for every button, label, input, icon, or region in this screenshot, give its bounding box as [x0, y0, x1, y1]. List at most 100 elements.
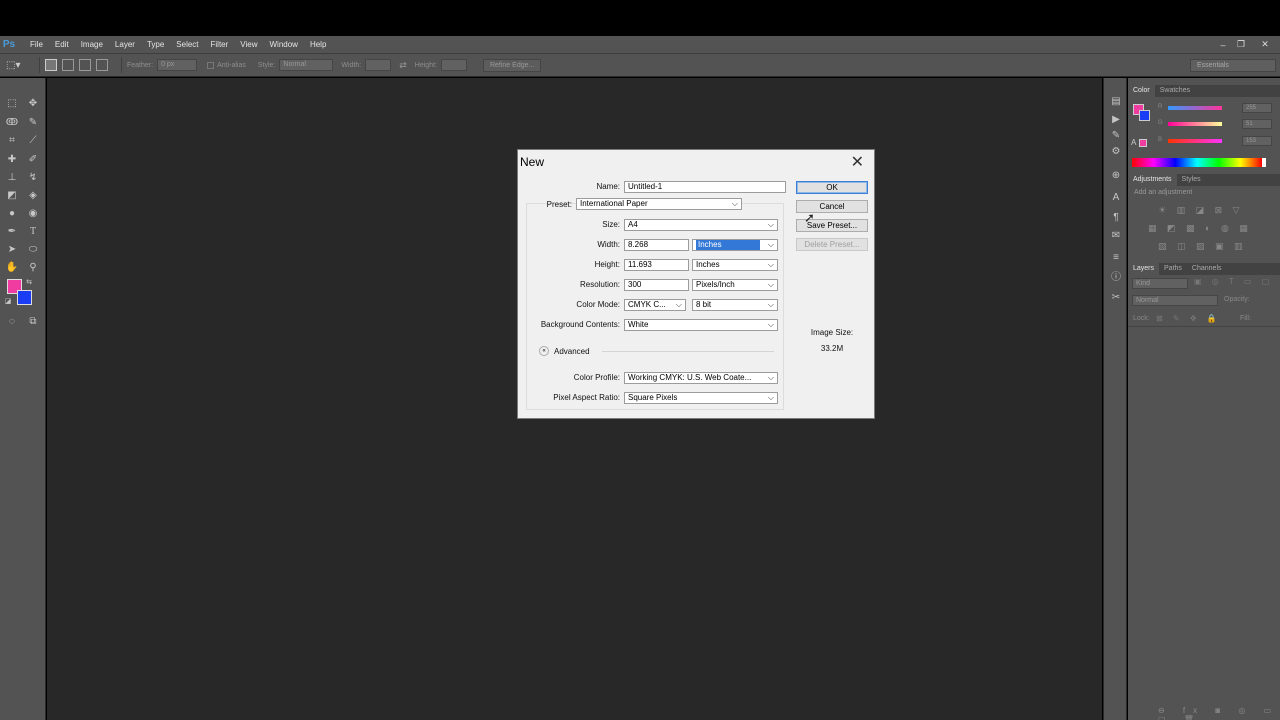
move-tool-icon[interactable]: ✥ — [24, 95, 42, 111]
size-select[interactable]: A4 ⌵ — [624, 219, 778, 231]
tab-swatches[interactable]: Swatches — [1155, 85, 1195, 97]
minimize-button[interactable]: – — [1214, 36, 1232, 53]
width-unit-select[interactable]: Inches ⌵ — [692, 239, 778, 251]
feather-input[interactable]: 0 px — [157, 59, 198, 71]
menu-view[interactable]: View — [234, 40, 263, 49]
lock-icons[interactable]: ⊠ ✎ ✥ 🔒 — [1156, 314, 1221, 323]
layer-kind-filter[interactable]: Kind — [1132, 278, 1188, 289]
name-input[interactable]: Untitled-1 — [624, 181, 786, 193]
red-value-input[interactable]: 255 — [1242, 103, 1272, 113]
subtract-selection-icon[interactable] — [79, 59, 91, 71]
new-selection-icon[interactable] — [45, 59, 57, 71]
menu-file[interactable]: File — [24, 40, 49, 49]
path-selection-icon[interactable]: ➤ — [3, 241, 21, 257]
menu-window[interactable]: Window — [264, 40, 304, 49]
screen-mode-icon[interactable]: ⧉ — [24, 313, 42, 329]
menu-help[interactable]: Help — [304, 40, 332, 49]
swap-icon[interactable]: ⇄ — [399, 60, 407, 71]
pixel-aspect-select[interactable]: Square Pixels ⌵ — [624, 392, 778, 404]
swap-colors-icon[interactable]: ⇆ — [24, 277, 34, 287]
restore-button[interactable]: ❐ — [1232, 36, 1250, 53]
advanced-toggle-icon[interactable]: « — [539, 346, 549, 356]
eyedropper-icon[interactable]: ⟋ — [24, 132, 42, 148]
menu-edit[interactable]: Edit — [49, 40, 75, 49]
actions-panel-icon[interactable]: ▶ — [1108, 112, 1124, 126]
history-panel-icon[interactable]: ▤ — [1108, 94, 1124, 108]
advanced-label[interactable]: Advanced — [554, 347, 590, 356]
info-panel-icon[interactable]: ⓘ — [1108, 268, 1124, 283]
tool-presets-icon[interactable]: ⚙ — [1108, 144, 1124, 158]
width-input[interactable]: 8.268 — [624, 239, 689, 251]
height-input[interactable]: 11.693 — [624, 259, 689, 271]
style-select[interactable]: Normal — [279, 59, 334, 71]
panel-bg-swatch[interactable] — [1139, 110, 1150, 121]
ellipse-tool-icon[interactable]: ⬭ — [24, 241, 42, 257]
character-panel-icon[interactable]: A — [1108, 190, 1124, 204]
history-brush-icon[interactable]: ↯ — [24, 169, 42, 185]
refine-edge-button[interactable]: Refine Edge... — [482, 58, 542, 72]
paint-bucket-icon[interactable]: ◈ — [24, 187, 42, 203]
tab-color[interactable]: Color — [1128, 85, 1155, 97]
tab-styles[interactable]: Styles — [1177, 174, 1206, 186]
dodge-tool-icon[interactable]: ◉ — [24, 205, 42, 221]
menu-select[interactable]: Select — [170, 40, 204, 49]
tools-panel-icon[interactable]: ✂ — [1108, 290, 1124, 304]
clone-stamp-icon[interactable]: ⊥ — [3, 169, 21, 185]
ok-button[interactable]: OK — [796, 181, 868, 194]
red-slider[interactable] — [1168, 106, 1222, 110]
tab-paths[interactable]: Paths — [1159, 263, 1187, 275]
clone-source-icon[interactable]: ⊕ — [1108, 168, 1124, 182]
paragraph-panel-icon[interactable]: ¶ — [1108, 210, 1124, 224]
height-unit-select[interactable]: Inches ⌵ — [692, 259, 778, 271]
background-color-swatch[interactable] — [17, 290, 32, 305]
marquee-tool-preset-icon[interactable]: ⬚▾ — [6, 57, 34, 73]
height-input[interactable] — [440, 59, 467, 71]
color-mode-select[interactable]: CMYK C... ⌵ — [624, 299, 686, 311]
resolution-input[interactable]: 300 — [624, 279, 689, 291]
zoom-tool-icon[interactable]: ⚲ — [24, 259, 42, 275]
quick-selection-icon[interactable]: ✎ — [24, 114, 42, 130]
notes-panel-icon[interactable]: ✉ — [1108, 228, 1124, 242]
adjustment-icons-row-3[interactable]: ▧ ◫ ▨ ▣ ▥ — [1158, 241, 1247, 252]
tab-adjustments[interactable]: Adjustments — [1128, 174, 1177, 186]
blur-tool-icon[interactable]: ● — [3, 205, 21, 221]
close-icon[interactable]: ✕ — [851, 152, 864, 172]
pen-tool-icon[interactable]: ✒ — [3, 223, 21, 239]
bit-depth-select[interactable]: 8 bit ⌵ — [692, 299, 778, 311]
green-slider[interactable] — [1168, 122, 1222, 126]
tab-channels[interactable]: Channels — [1187, 263, 1227, 275]
gamut-swatch[interactable] — [1139, 139, 1147, 147]
menu-layer[interactable]: Layer — [109, 40, 141, 49]
antialias-checkbox[interactable] — [207, 61, 215, 69]
layer-filter-icons[interactable]: ▣ ◎ T ▭ ▢ — [1194, 277, 1273, 286]
menu-filter[interactable]: Filter — [205, 40, 235, 49]
quick-mask-icon[interactable]: ◌ — [3, 313, 21, 329]
lasso-tool-icon[interactable]: ↂ — [3, 114, 21, 130]
rectangular-marquee-icon[interactable]: ⬚ — [3, 95, 21, 111]
type-tool-icon[interactable]: T — [24, 223, 42, 239]
green-value-input[interactable]: 51 — [1242, 119, 1272, 129]
delete-preset-button[interactable]: Delete Preset... — [796, 238, 868, 251]
add-selection-icon[interactable] — [62, 59, 74, 71]
brush-panel-icon[interactable]: ✎ — [1108, 128, 1124, 142]
brush-tool-icon[interactable]: ✐ — [24, 151, 42, 167]
workspace-select[interactable]: Essentials — [1190, 59, 1276, 72]
color-profile-select[interactable]: Working CMYK: U.S. Web Coate... ⌵ — [624, 372, 778, 384]
blue-value-input[interactable]: 153 — [1242, 136, 1272, 146]
adjustment-icons-row-1[interactable]: ☀ ▥ ◪ ⊠ ▽ — [1158, 205, 1244, 216]
default-colors-icon[interactable]: ◪ — [3, 296, 13, 306]
intersect-selection-icon[interactable] — [96, 59, 108, 71]
healing-brush-icon[interactable]: ✚ — [3, 151, 21, 167]
blend-mode-select[interactable]: Normal — [1132, 295, 1218, 306]
preset-select[interactable]: International Paper ⌵ — [576, 198, 742, 210]
menu-image[interactable]: Image — [75, 40, 109, 49]
layers-list[interactable] — [1128, 326, 1280, 704]
tab-layers[interactable]: Layers — [1128, 263, 1160, 275]
crop-tool-icon[interactable]: ⌗ — [3, 132, 21, 148]
resolution-unit-select[interactable]: Pixels/Inch ⌵ — [692, 279, 778, 291]
background-contents-select[interactable]: White ⌵ — [624, 319, 778, 331]
width-input[interactable] — [365, 59, 392, 71]
blue-slider[interactable] — [1168, 139, 1222, 143]
close-window-button[interactable]: ✕ — [1256, 36, 1274, 53]
hand-tool-icon[interactable]: ✋ — [3, 259, 21, 275]
